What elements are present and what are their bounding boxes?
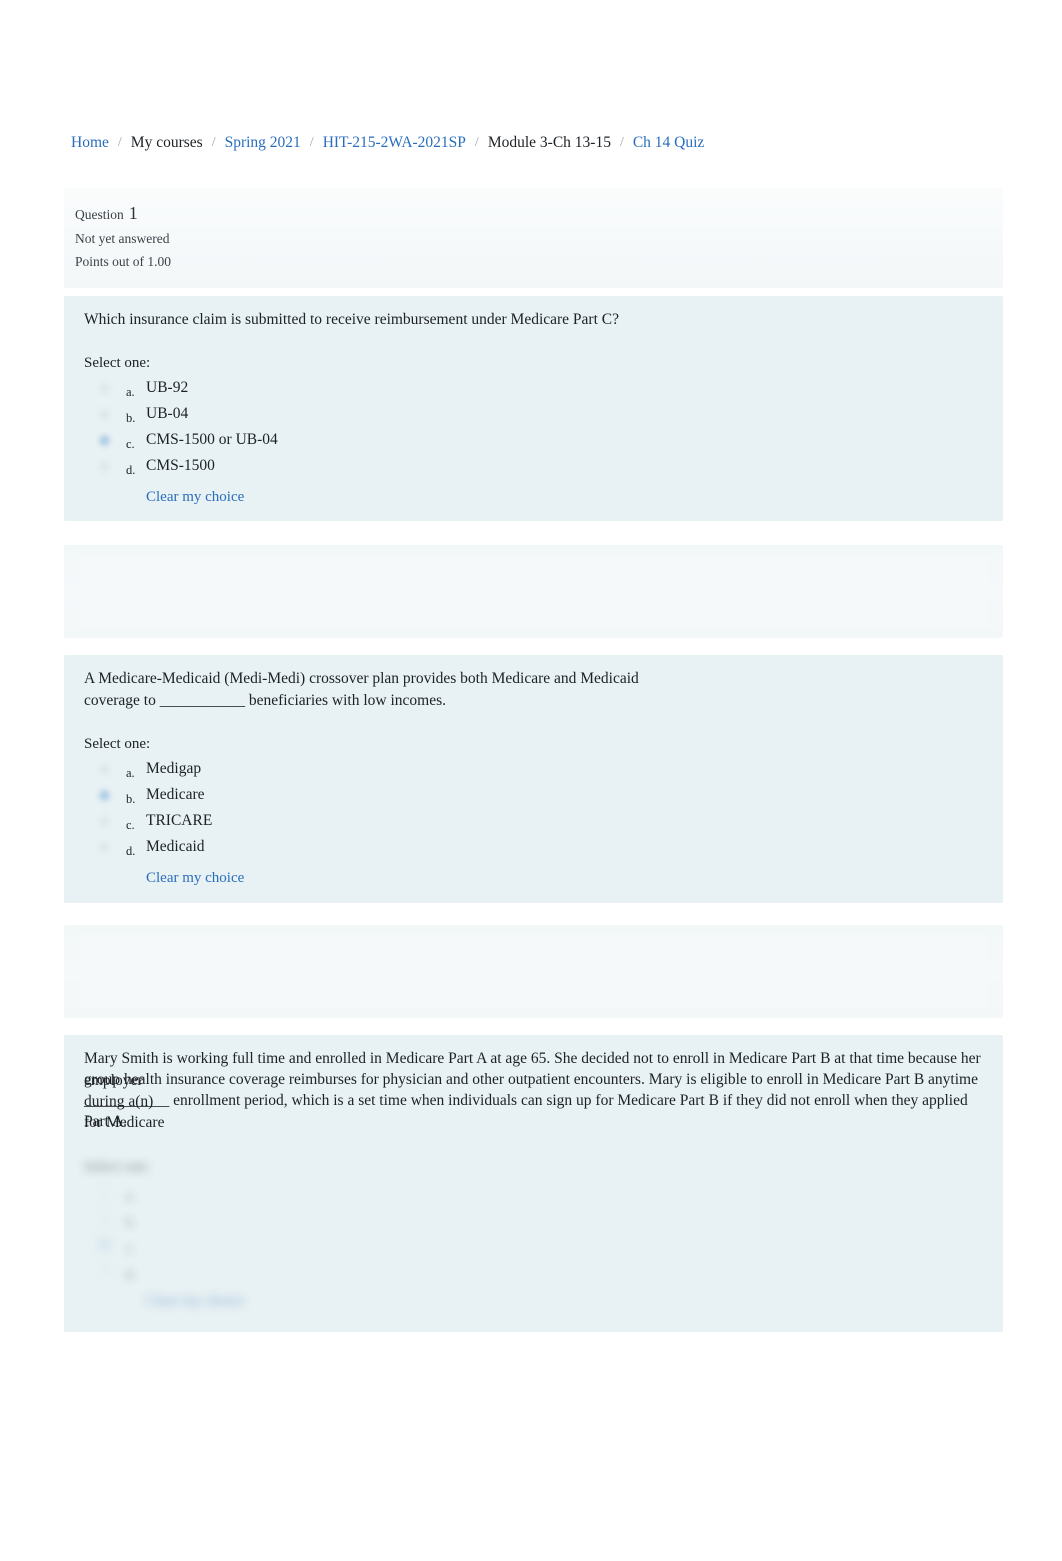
answer-letter: a. [126, 766, 135, 780]
question-placeholder-block-1 [64, 545, 1003, 638]
placeholder-inner [80, 555, 987, 628]
answer-label: Medigap [146, 760, 202, 777]
answer-option-1a[interactable]: a. UB-92 [97, 376, 697, 402]
select-one-label-3: Select one: [84, 1159, 151, 1175]
answer-option-3a[interactable]: a. [97, 1180, 697, 1206]
answer-option-3b[interactable]: b. [97, 1206, 697, 1232]
radio-button-icon[interactable] [97, 788, 112, 803]
answer-option-2c[interactable]: c. TRICARE [97, 809, 697, 835]
question-text-2-line1: A Medicare-Medicaid (Medi-Medi) crossove… [84, 670, 639, 687]
radio-button-icon[interactable] [97, 840, 112, 855]
answer-letter: c. [126, 1241, 135, 1255]
select-one-label-1: Select one: [84, 355, 151, 371]
clear-my-choice-link-3[interactable]: Clear my choice [146, 1293, 244, 1310]
radio-button-icon[interactable] [97, 1237, 112, 1252]
radio-button-icon[interactable] [97, 814, 112, 829]
breadcrumb: Home / My courses / Spring 2021 / HIT-21… [71, 131, 971, 155]
answer-letter: b. [126, 1215, 136, 1229]
radio-button-icon[interactable] [97, 459, 112, 474]
clear-my-choice-link-1[interactable]: Clear my choice [146, 489, 244, 506]
answer-letter: b. [126, 792, 136, 806]
answer-letter: c. [126, 437, 135, 451]
breadcrumb-item-my-courses: My courses [130, 134, 203, 151]
answer-option-1c[interactable]: c. CMS-1500 or UB-04 [97, 428, 697, 454]
breadcrumb-item-spring-2021[interactable]: Spring 2021 [225, 132, 301, 154]
breadcrumb-separator: / [619, 135, 624, 150]
radio-button-icon[interactable] [97, 407, 112, 422]
answer-label: Medicare [146, 786, 205, 803]
question-text-3-line4: Part A. [84, 1113, 128, 1130]
question-card-1: Which insurance claim is submitted to re… [64, 296, 1003, 521]
breadcrumb-separator: / [309, 135, 314, 150]
question-text-2-line2: coverage to ___________ beneficiaries wi… [84, 692, 446, 709]
radio-button-icon[interactable] [97, 1185, 112, 1200]
answer-list-1: a. UB-92 b. UB-04 c. CMS-1500 or UB-04 d… [97, 376, 697, 505]
radio-button-icon[interactable] [97, 1263, 112, 1278]
breadcrumb-item-course-code[interactable]: HIT-215-2WA-2021SP [323, 132, 466, 154]
clear-my-choice-link-2[interactable]: Clear my choice [146, 870, 244, 887]
answer-label: CMS-1500 or UB-04 [146, 431, 278, 448]
select-one-label-2: Select one: [84, 736, 151, 752]
radio-button-icon[interactable] [97, 762, 112, 777]
breadcrumb-item-home[interactable]: Home [71, 132, 109, 154]
question-text-1: Which insurance claim is submitted to re… [84, 311, 619, 328]
question-placeholder-block-2 [64, 925, 1003, 1018]
answer-option-3c[interactable]: c. [97, 1232, 697, 1258]
question-points: Points out of 1.00 [75, 254, 172, 269]
breadcrumb-separator: / [211, 135, 216, 150]
answer-label: UB-92 [146, 379, 189, 396]
answer-list-3: a. b. c. d. Clear my choice [97, 1180, 697, 1309]
question-label: Question [75, 207, 124, 222]
answer-letter: b. [126, 411, 136, 425]
answer-option-2b[interactable]: b. Medicare [97, 783, 697, 809]
placeholder-inner [80, 935, 987, 1008]
question-status: Not yet answered [75, 230, 170, 246]
answer-option-3d[interactable]: d. [97, 1258, 697, 1284]
breadcrumb-separator: / [474, 135, 479, 150]
answer-list-2: a. Medigap b. Medicare c. TRICARE d. Med… [97, 757, 697, 886]
answer-option-2d[interactable]: d. Medicaid [97, 835, 697, 861]
answer-letter: a. [126, 385, 135, 399]
breadcrumb-separator: / [117, 135, 122, 150]
answer-label: CMS-1500 [146, 457, 215, 474]
breadcrumb-item-ch-14-quiz[interactable]: Ch 14 Quiz [633, 132, 704, 154]
radio-button-icon[interactable] [97, 433, 112, 448]
answer-label: UB-04 [146, 405, 189, 422]
answer-option-1b[interactable]: b. UB-04 [97, 402, 697, 428]
answer-letter: d. [126, 844, 136, 858]
question-card-3: Mary Smith is working full time and enro… [64, 1035, 1003, 1332]
answer-option-1d[interactable]: d. CMS-1500 [97, 454, 697, 480]
answer-letter: d. [126, 463, 136, 477]
breadcrumb-item-module: Module 3-Ch 13-15 [487, 134, 611, 151]
question-info-block: Question 1 Not yet answered Points out of… [64, 188, 1003, 288]
answer-letter: a. [126, 1189, 135, 1203]
answer-letter: c. [126, 818, 135, 832]
question-number-row: Question 1 [75, 202, 1003, 227]
answer-label: Medicaid [146, 838, 205, 855]
answer-label: TRICARE [146, 812, 213, 829]
radio-button-icon[interactable] [97, 381, 112, 396]
question-number: 1 [128, 203, 138, 223]
answer-letter: d. [126, 1267, 136, 1281]
answer-option-2a[interactable]: a. Medigap [97, 757, 697, 783]
question-card-2: A Medicare-Medicaid (Medi-Medi) crossove… [64, 655, 1003, 903]
radio-button-icon[interactable] [97, 1211, 112, 1226]
quiz-page: Home / My courses / Spring 2021 / HIT-21… [0, 0, 1062, 1561]
